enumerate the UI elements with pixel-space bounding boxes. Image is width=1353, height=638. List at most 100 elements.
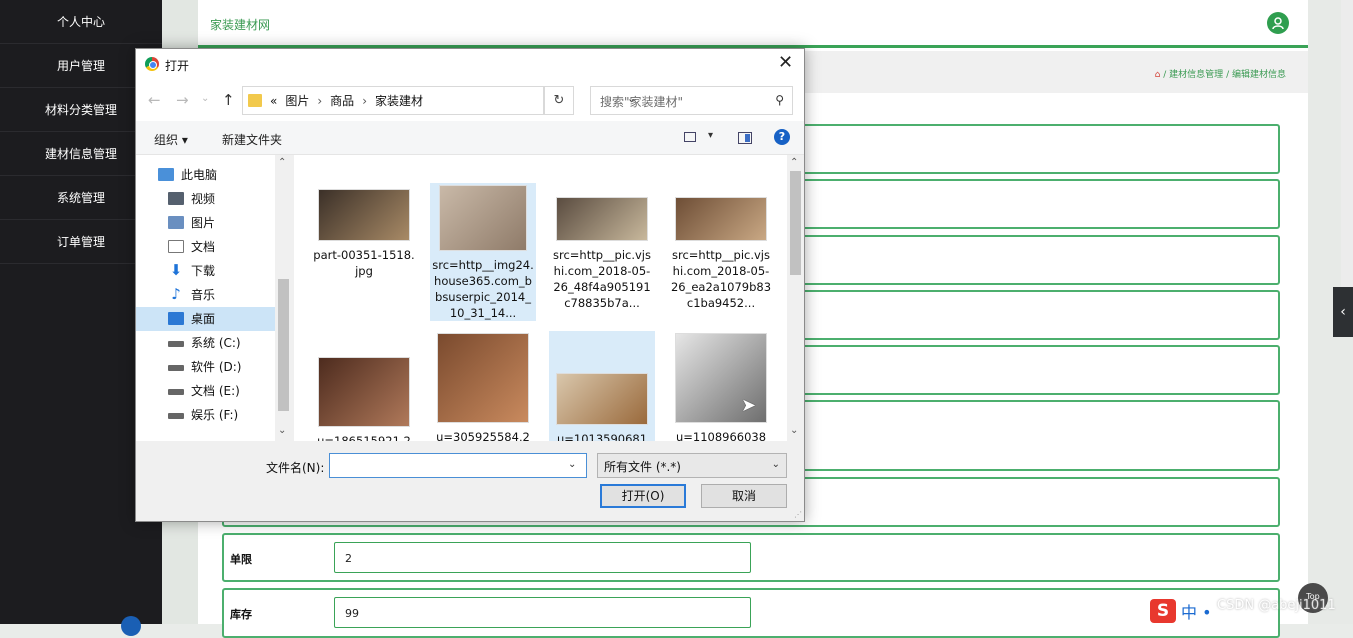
file-thumbnail: [439, 185, 527, 251]
cancel-button[interactable]: 取消: [701, 484, 787, 508]
command-bar: 组织 ▾ 新建文件夹 ▾ ?: [136, 121, 804, 155]
sidebar-item-personal-center[interactable]: 个人中心: [0, 0, 162, 44]
recent-locations-icon[interactable]: ⌄: [201, 93, 209, 104]
scroll-up-icon[interactable]: ⌃: [278, 157, 286, 168]
pictures-icon: [168, 215, 184, 229]
sidebar-bottom-icon[interactable]: [121, 616, 141, 636]
breadcrumb-level1[interactable]: 建材信息管理: [1169, 70, 1223, 80]
dialog-titlebar[interactable]: 打开 ✕: [136, 49, 804, 79]
scroll-thumb[interactable]: [790, 171, 801, 275]
drive-icon: [168, 341, 184, 347]
nav-item-music[interactable]: ♪ 音乐: [168, 283, 215, 305]
navigation-bar: ← → ⌄ ↑ « 图片 › 商品 › 家装建材 ⌄ ↻ 搜索"家装建材" ⚲: [136, 79, 804, 121]
mouse-cursor-icon: ➤: [741, 395, 757, 416]
address-overflow[interactable]: «: [270, 94, 277, 108]
folder-icon: [248, 94, 262, 107]
file-thumbnail: [318, 357, 410, 427]
filename-label: 文件名(N):: [266, 461, 325, 475]
nav-item-downloads[interactable]: ⬇ 下载: [168, 259, 215, 281]
file-item[interactable]: part-00351-1518.jpg: [311, 189, 417, 279]
sogou-icon[interactable]: S: [1150, 599, 1176, 623]
dialog-title: 打开: [165, 59, 190, 73]
organize-button[interactable]: 组织 ▾: [154, 131, 188, 148]
nav-item-label: 文档 (E:): [191, 383, 240, 398]
music-icon: ♪: [171, 284, 181, 303]
file-name: part-00351-1518.jpg: [313, 248, 415, 278]
view-mode-icon[interactable]: [684, 132, 696, 142]
file-item[interactable]: u=1108966038: [668, 333, 774, 441]
site-title[interactable]: 家装建材网: [210, 16, 270, 33]
nav-item-label: 系统 (C:): [191, 335, 241, 350]
home-icon[interactable]: ⌂: [1155, 70, 1161, 80]
file-name: u=305925584,2: [436, 430, 530, 441]
file-item[interactable]: src=http__img24.house365.com_bbsuserpic_…: [430, 183, 536, 321]
back-arrow-icon[interactable]: ←: [148, 91, 161, 109]
nav-pane-scrollbar[interactable]: ⌃ ⌄: [275, 155, 292, 441]
address-crumb-products[interactable]: 商品: [330, 92, 354, 109]
page-scrollbar[interactable]: [1341, 0, 1353, 287]
nav-item-label: 娱乐 (F:): [191, 407, 239, 422]
file-item[interactable]: u=1013590681: [549, 331, 655, 441]
file-item[interactable]: src=http__pic.vjshi.com_2018-05-26_ea2a1…: [668, 189, 774, 311]
nav-item-this-pc[interactable]: 此电脑: [158, 163, 217, 185]
scroll-up-icon[interactable]: ⌃: [790, 157, 798, 168]
search-input[interactable]: 搜索"家装建材" ⚲: [590, 86, 793, 115]
file-name: u=1013590681: [556, 432, 648, 441]
user-icon[interactable]: [1267, 12, 1289, 34]
file-list: part-00351-1518.jpg src=http__img24.hous…: [294, 155, 804, 441]
chevron-down-icon[interactable]: ▾: [708, 130, 713, 141]
chevron-down-icon[interactable]: ⌄: [568, 459, 576, 470]
search-icon[interactable]: ⚲: [775, 93, 784, 107]
open-button[interactable]: 打开(O): [600, 484, 686, 508]
side-panel-toggle[interactable]: ‹: [1333, 287, 1353, 337]
nav-item-drive-f[interactable]: 娱乐 (F:): [168, 403, 238, 425]
filename-input[interactable]: ⌄: [329, 453, 587, 478]
nav-item-label: 此电脑: [181, 167, 218, 182]
drive-icon: [168, 413, 184, 419]
resize-grip-icon[interactable]: ⋰: [794, 510, 802, 519]
file-item[interactable]: src=http__pic.vjshi.com_2018-05-26_48f4a…: [549, 189, 655, 311]
close-icon[interactable]: ✕: [778, 52, 793, 73]
file-item[interactable]: u=305925584,2: [430, 333, 536, 441]
new-folder-button[interactable]: 新建文件夹: [222, 131, 282, 148]
refresh-icon[interactable]: ↻: [544, 86, 574, 115]
address-bar[interactable]: « 图片 › 商品 › 家装建材 ⌄: [242, 86, 636, 115]
nav-item-drive-e[interactable]: 文档 (E:): [168, 379, 240, 401]
nav-item-videos[interactable]: 视频: [168, 187, 215, 209]
preview-pane-icon[interactable]: [738, 132, 752, 144]
nav-item-desktop[interactable]: 桌面: [168, 307, 215, 329]
file-name: src=http__pic.vjshi.com_2018-05-26_48f4a…: [553, 248, 651, 310]
limit-input[interactable]: 2: [334, 542, 751, 573]
form-field-row-limit: 单限 2: [222, 533, 1280, 582]
documents-icon: [168, 239, 184, 253]
ime-mode[interactable]: 中 •: [1181, 599, 1212, 623]
drive-icon: [168, 365, 184, 371]
scroll-down-icon[interactable]: ⌄: [790, 425, 798, 436]
download-icon: ⬇: [169, 260, 183, 279]
nav-item-drive-d[interactable]: 软件 (D:): [168, 355, 241, 377]
search-placeholder: 搜索"家装建材": [600, 95, 684, 109]
nav-item-label: 软件 (D:): [191, 359, 242, 374]
dialog-footer: 文件名(N): ⌄ 所有文件 (*.*) ⌄ 打开(O) 取消 ⋰: [136, 441, 804, 521]
file-thumbnail: [318, 189, 410, 241]
scroll-thumb[interactable]: [278, 279, 289, 411]
open-file-dialog: 打开 ✕ ← → ⌄ ↑ « 图片 › 商品 › 家装建材 ⌄ ↻ 搜索"家装建…: [135, 48, 805, 522]
forward-arrow-icon[interactable]: →: [176, 91, 189, 109]
file-item[interactable]: u=186515921,2: [311, 333, 417, 441]
file-type-select[interactable]: 所有文件 (*.*) ⌄: [597, 453, 787, 478]
nav-item-documents[interactable]: 文档: [168, 235, 215, 257]
file-thumbnail: [675, 197, 767, 241]
scroll-down-icon[interactable]: ⌄: [278, 425, 286, 436]
nav-item-drive-c[interactable]: 系统 (C:): [168, 331, 241, 353]
nav-item-pictures[interactable]: 图片: [168, 211, 215, 233]
help-icon[interactable]: ?: [774, 129, 790, 145]
address-crumb-folder[interactable]: 家装建材: [375, 92, 423, 109]
file-name: u=1108966038: [675, 430, 767, 441]
stock-input[interactable]: 99: [334, 597, 751, 628]
file-list-scrollbar[interactable]: ⌃ ⌄: [787, 155, 804, 441]
limit-label: 单限: [230, 553, 252, 566]
up-arrow-icon[interactable]: ↑: [222, 91, 235, 109]
chevron-down-icon[interactable]: ⌄: [772, 459, 780, 470]
address-crumb-pictures[interactable]: 图片: [285, 92, 309, 109]
breadcrumb-level2: 编辑建材信息: [1231, 70, 1286, 80]
